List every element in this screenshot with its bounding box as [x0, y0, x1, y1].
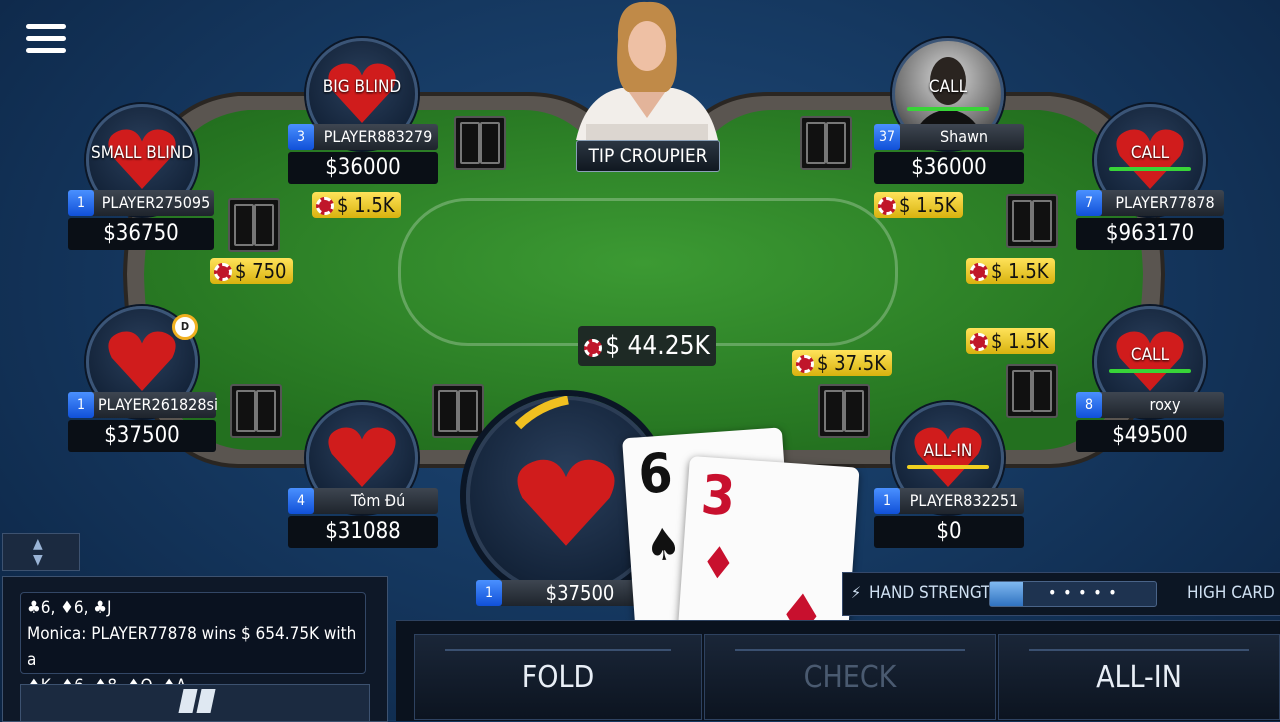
seat-name-bar: 1 PLAYER275095 [68, 190, 214, 216]
seat-action-label: SMALL BLIND [91, 143, 193, 163]
level-badge: 1 [874, 488, 900, 514]
seat-name-bar: 3 PLAYER883279 [288, 124, 438, 150]
card-back [818, 384, 870, 438]
fold-button[interactable]: FOLD [414, 634, 702, 720]
bet-amount: $ 1.5K [966, 328, 1055, 354]
seat-action-label: ALL-IN [923, 441, 973, 461]
seat-action-label: CALL [928, 77, 968, 97]
action-timer-bar [1109, 167, 1191, 171]
player-chips: $36750 [68, 218, 214, 250]
lightning-icon: ⚡ [851, 583, 862, 602]
player-chips: $37500 [68, 420, 216, 452]
level-badge: 1 [68, 190, 94, 216]
seat-action-label: CALL [1130, 143, 1170, 163]
hand-strength-fill [990, 582, 1024, 606]
expand-arrows-icon: ▲ ▼ [33, 536, 43, 568]
player-chips: $49500 [1076, 420, 1224, 452]
tip-croupier-button[interactable]: TIP CROUPIER [576, 140, 720, 172]
level-badge: 1 [68, 392, 94, 418]
croupier-avatar [566, 0, 728, 140]
player-name: PLAYER261828si [98, 395, 218, 414]
hero-chips: $37500 [545, 581, 615, 605]
player-name: Tôm Đú [350, 491, 406, 510]
hand-strength-label: HAND STRENGTH [869, 583, 1002, 603]
level-badge: 3 [288, 124, 314, 150]
check-button[interactable]: CHECK [704, 634, 996, 720]
player-name: roxy [1149, 395, 1181, 414]
hand-strength-meter: • • • • • [989, 581, 1157, 607]
chat-line: Monica: PLAYER77878 wins $ 654.75K with … [27, 624, 357, 670]
seat-name-bar: 4 Tôm Đú [288, 488, 438, 514]
heart-avatar-icon [328, 427, 396, 487]
player-name: Shawn [940, 127, 988, 146]
bet-amount: $ 750 [210, 258, 293, 284]
chat-cards-button[interactable] [20, 684, 370, 722]
action-timer-bar [907, 465, 989, 469]
level-badge: 8 [1076, 392, 1102, 418]
player-chips: $963170 [1076, 218, 1224, 250]
player-chips: $36000 [288, 152, 438, 184]
player-chips: $0 [874, 516, 1024, 548]
seat-name-bar: 1 PLAYER832251 [874, 488, 1024, 514]
chat-log[interactable]: ♣6, ♦6, ♣J Monica: PLAYER77878 wins $ 65… [20, 592, 366, 696]
chip-icon [214, 263, 232, 281]
level-badge: 7 [1076, 190, 1102, 216]
level-badge: 4 [288, 488, 314, 514]
heart-avatar-icon [108, 331, 176, 391]
chip-icon [970, 333, 988, 351]
card-back [228, 198, 280, 252]
chip-icon [878, 197, 896, 215]
bet-amount: $ 1.5K [312, 192, 401, 218]
pot-amount: $ 44.25K [578, 326, 716, 366]
spade-icon: ♠ [643, 518, 683, 573]
hero-name-bar: 1 $37500 [476, 580, 654, 606]
chat-expand-button[interactable]: ▲ ▼ [2, 533, 80, 571]
card-back [1006, 364, 1058, 418]
level-badge: 37 [874, 124, 900, 150]
dealer-button-icon: D [172, 314, 198, 340]
card-back [1006, 194, 1058, 248]
chip-icon [316, 197, 334, 215]
player-chips: $31088 [288, 516, 438, 548]
bet-amount: $ 1.5K [966, 258, 1055, 284]
level-badge: 1 [476, 580, 502, 606]
all-in-button[interactable]: ALL-IN [998, 634, 1280, 720]
card-back [230, 384, 282, 438]
action-timer-bar [907, 107, 989, 111]
player-name: PLAYER832251 [909, 491, 1019, 510]
player-name: PLAYER883279 [323, 127, 433, 146]
seat-name-bar: 37 Shawn [874, 124, 1024, 150]
chip-icon [970, 263, 988, 281]
chip-icon [796, 355, 814, 373]
seat-name-bar: 1 PLAYER261828si [68, 392, 218, 418]
seat-name-bar: 7 PLAYER77878 [1076, 190, 1224, 216]
bet-amount: $ 37.5K [792, 350, 893, 376]
hand-strength-panel: ⚡ HAND STRENGTH • • • • • HIGH CARD [842, 572, 1280, 616]
action-timer-bar [1109, 369, 1191, 373]
card-rank: 6 [636, 441, 675, 507]
player-name: PLAYER275095 [101, 193, 211, 212]
player-name: PLAYER77878 [1115, 193, 1215, 212]
cards-icon [178, 689, 198, 713]
hand-strength-dots: • • • • • [1048, 583, 1118, 602]
hamburger-icon[interactable] [26, 24, 66, 56]
player-chips: $36000 [874, 152, 1024, 184]
diamond-icon: ♦ [698, 537, 738, 591]
card-back [454, 116, 506, 170]
seat-name-bar: 8 roxy [1076, 392, 1224, 418]
seat-action-label: BIG BLIND [322, 77, 402, 97]
seat-action-label: CALL [1130, 345, 1170, 365]
bet-amount: $ 1.5K [874, 192, 963, 218]
hand-strength-value: HIGH CARD [1187, 583, 1275, 603]
table-betting-line [398, 198, 898, 346]
card-back [800, 116, 852, 170]
chip-icon [584, 339, 603, 357]
chat-line: ♣6, ♦6, ♣J [27, 598, 112, 618]
card-rank: 3 [699, 462, 738, 529]
